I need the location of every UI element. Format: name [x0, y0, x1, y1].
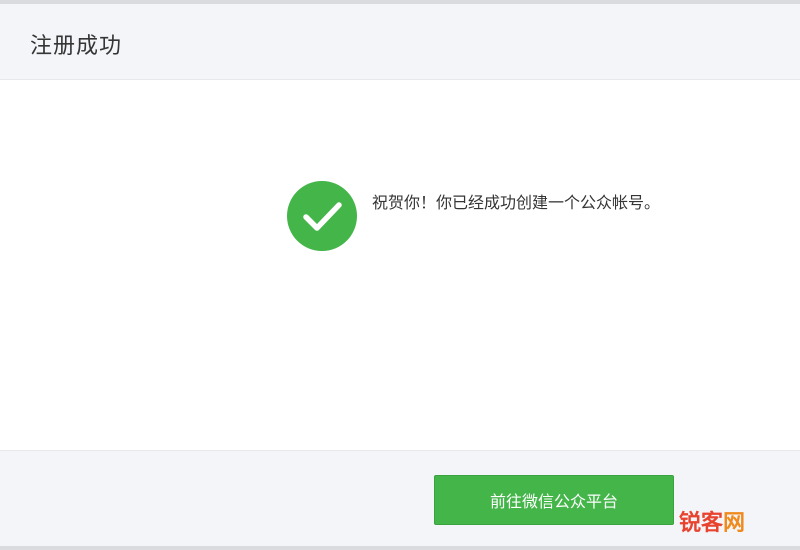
go-to-platform-button[interactable]: 前往微信公众平台: [434, 475, 674, 525]
dialog-body: 祝贺你！你已经成功创建一个公众帐号。: [0, 80, 800, 450]
dialog-header: 注册成功: [0, 4, 800, 80]
bottom-divider: [0, 546, 800, 550]
check-circle-icon: [287, 181, 357, 251]
success-message: 祝贺你！你已经成功创建一个公众帐号。: [372, 193, 661, 212]
page-title: 注册成功: [30, 34, 123, 59]
watermark-text-part-2: 网: [723, 511, 746, 536]
watermark-logo: 锐客网: [679, 505, 745, 537]
registration-success-page: 注册成功 祝贺你！你已经成功创建一个公众帐号。 前往微信公众平台 锐客网: [0, 0, 800, 550]
watermark-text-part-1: 锐客: [679, 511, 724, 536]
